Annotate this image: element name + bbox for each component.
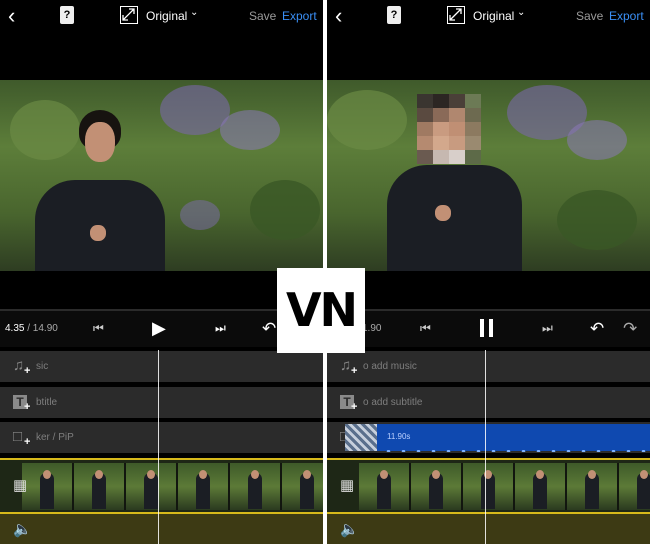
expand-icon[interactable] xyxy=(120,6,138,24)
export-button[interactable]: Export xyxy=(282,9,317,23)
before-editor-panel: ‹ ? Original ⌄ Save Export 4.35 / 14.90 … xyxy=(0,0,323,544)
foliage xyxy=(327,90,407,150)
video-preview[interactable] xyxy=(0,80,323,271)
top-toolbar: ‹ ? Original ⌄ Save Export xyxy=(0,0,323,34)
playback-controls: 4.35 / 14.90 ⏮ ▶ ⏭ ↶ xyxy=(0,311,323,347)
undo-icon[interactable]: ↶ xyxy=(262,319,276,339)
face-mosaic-blur xyxy=(417,94,481,164)
video-timeline-strip[interactable]: ▦ xyxy=(327,458,650,514)
pause-icon[interactable] xyxy=(480,319,494,337)
speaker-icon: 🔈 xyxy=(340,521,359,538)
image-icon: □ xyxy=(13,428,23,445)
aspect-ratio-dropdown[interactable]: Original xyxy=(146,9,187,23)
skip-next-icon[interactable]: ⏭ xyxy=(542,321,553,336)
skip-previous-icon[interactable]: ⏮ xyxy=(420,321,431,336)
skip-next-icon[interactable]: ⏭ xyxy=(215,321,226,336)
keyframe-dots xyxy=(381,450,650,452)
audio-track[interactable]: 🔈 xyxy=(0,514,323,544)
music-note-icon: ♫ xyxy=(13,357,25,374)
music-track-label: sic xyxy=(36,361,49,372)
aspect-ratio-dropdown[interactable]: Original xyxy=(473,9,514,23)
undo-icon[interactable]: ↶ xyxy=(590,319,604,339)
plus-icon: + xyxy=(351,365,358,377)
plus-icon: + xyxy=(24,401,31,413)
music-track[interactable]: ♫ + sic xyxy=(0,351,323,382)
expand-icon[interactable] xyxy=(447,6,465,24)
save-button[interactable]: Save xyxy=(576,9,603,23)
subtitle-track-label: btitle xyxy=(36,397,58,408)
audio-track[interactable]: 🔈 xyxy=(327,514,650,544)
sticker-pip-track[interactable]: □ + ker / PiP xyxy=(0,422,323,453)
flower-cluster xyxy=(180,200,220,230)
export-button[interactable]: Export xyxy=(609,9,644,23)
playhead[interactable] xyxy=(158,350,159,544)
save-button[interactable]: Save xyxy=(249,9,276,23)
playback-controls: 1.90 ⏮ ⏭ ↶ ↷ xyxy=(327,311,650,347)
plus-icon: + xyxy=(24,365,31,377)
chevron-down-icon[interactable]: ⌄ xyxy=(190,7,198,18)
pip-mosaic-clip[interactable]: 11.90s xyxy=(345,424,650,452)
plus-icon: + xyxy=(24,436,31,448)
film-icon: ▦ xyxy=(340,477,355,494)
back-icon[interactable]: ‹ xyxy=(8,5,15,27)
after-editor-panel: ‹ ? Original ⌄ Save Export 1.90 ⏮ ⏭ ↶ ↷ xyxy=(327,0,650,544)
foliage xyxy=(250,180,320,240)
subtitle-track-label: o add subtitle xyxy=(363,397,423,408)
redo-icon[interactable]: ↷ xyxy=(623,319,637,339)
skip-previous-icon[interactable]: ⏮ xyxy=(93,321,104,336)
playhead[interactable] xyxy=(485,350,486,544)
video-preview[interactable] xyxy=(327,80,650,271)
flower-cluster xyxy=(567,120,627,160)
help-book-icon[interactable]: ? xyxy=(60,6,74,24)
flower-cluster xyxy=(220,110,280,150)
video-timeline-strip[interactable]: ▦ xyxy=(0,458,323,514)
sticker-track-label: ker / PiP xyxy=(36,432,74,443)
sticker-pip-track[interactable]: □+ 11.90s xyxy=(327,422,650,453)
time-readout: 4.35 / 14.90 xyxy=(5,323,58,334)
film-icon: ▦ xyxy=(13,477,28,494)
help-book-icon[interactable]: ? xyxy=(387,6,401,24)
back-icon[interactable]: ‹ xyxy=(335,5,342,27)
foliage xyxy=(10,100,80,160)
music-track[interactable]: ♫ + o add music xyxy=(327,351,650,382)
pip-thumbnail xyxy=(345,424,377,451)
chevron-down-icon[interactable]: ⌄ xyxy=(517,7,525,18)
play-icon[interactable]: ▶ xyxy=(152,318,166,339)
subtitle-track[interactable]: T + o add subtitle xyxy=(327,387,650,418)
pip-duration-label: 11.90s xyxy=(387,432,411,441)
top-toolbar: ‹ ? Original ⌄ Save Export xyxy=(327,0,650,34)
foliage xyxy=(557,190,637,250)
speaker-icon: 🔈 xyxy=(13,521,32,538)
vn-logo: VN xyxy=(277,268,365,353)
music-track-label: o add music xyxy=(363,361,417,372)
plus-icon: + xyxy=(351,401,358,413)
subtitle-track[interactable]: T + btitle xyxy=(0,387,323,418)
music-note-icon: ♫ xyxy=(340,357,352,374)
